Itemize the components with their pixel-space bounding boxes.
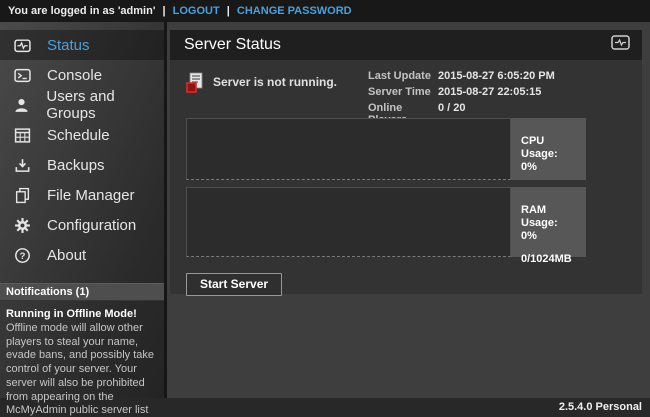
notification-title: Running in Offline Mode! <box>6 308 157 322</box>
topbar: You are logged in as 'admin' | LOGOUT | … <box>0 0 650 22</box>
status-row: Server is not running. Last Update 2015-… <box>186 70 626 118</box>
sidebar-item-console[interactable]: Console <box>0 60 164 90</box>
logout-link[interactable]: LOGOUT <box>173 5 220 17</box>
notification-body: Offline mode will allow other players to… <box>6 322 157 417</box>
notifications-header: Notifications (1) <box>0 283 164 301</box>
content-area: Status Console Users and Groups Schedule <box>0 22 650 398</box>
cpu-usage-row: CPU Usage: 0% <box>186 118 586 180</box>
schedule-icon <box>13 126 31 144</box>
sidebar-item-schedule[interactable]: Schedule <box>0 120 164 150</box>
file-manager-icon <box>13 186 31 204</box>
info-row: Last Update 2015-08-27 6:05:20 PM <box>368 70 620 86</box>
server-status-panel: Server Status Server is not running. <box>170 30 642 294</box>
sidebar-item-file-manager[interactable]: File Manager <box>0 180 164 210</box>
users-icon <box>13 96 30 114</box>
sidebar-item-label: File Manager <box>47 187 135 204</box>
cpu-usage-chart <box>186 118 511 180</box>
login-status-text: You are logged in as 'admin' <box>8 5 155 17</box>
sidebar: Status Console Users and Groups Schedule <box>0 22 167 398</box>
notifications-panel: Notifications (1) Running in Offline Mod… <box>0 283 164 417</box>
separator: | <box>163 5 166 17</box>
console-icon <box>13 66 31 84</box>
start-server-button[interactable]: Start Server <box>186 273 282 296</box>
version-label: 2.5.4.0 Personal <box>559 401 642 413</box>
notification-item: Running in Offline Mode! Offline mode wi… <box>0 301 164 417</box>
sidebar-item-label: Status <box>47 37 90 54</box>
sidebar-item-label: Users and Groups <box>46 88 164 122</box>
info-label: Last Update <box>368 70 438 86</box>
sidebar-item-label: Schedule <box>47 127 110 144</box>
ram-usage-label: RAM Usage: <box>521 204 582 230</box>
server-stopped-icon <box>186 72 204 99</box>
activity-monitor-icon <box>611 35 630 55</box>
configuration-icon <box>13 216 31 234</box>
about-icon: ? <box>13 246 31 264</box>
change-password-link[interactable]: CHANGE PASSWORD <box>237 5 352 17</box>
sidebar-item-label: Backups <box>47 157 105 174</box>
ram-usage-chart <box>186 187 511 257</box>
sidebar-item-label: Console <box>47 67 102 84</box>
sidebar-item-users-and-groups[interactable]: Users and Groups <box>0 90 164 120</box>
panel-header: Server Status <box>170 30 642 60</box>
sidebar-item-status[interactable]: Status <box>0 30 164 60</box>
ram-usage-value: 0% <box>521 230 582 243</box>
sidebar-nav: Status Console Users and Groups Schedule <box>0 22 164 270</box>
ram-usage-row: RAM Usage: 0% 0/1024MB <box>186 187 586 257</box>
status-icon <box>13 36 31 54</box>
info-label: Server Time <box>368 86 438 102</box>
sidebar-item-backups[interactable]: Backups <box>0 150 164 180</box>
info-value: 2015-08-27 22:05:15 <box>438 86 620 102</box>
sidebar-item-label: About <box>47 247 86 264</box>
backups-icon <box>13 156 31 174</box>
info-row: Server Time 2015-08-27 22:05:15 <box>368 86 620 102</box>
cpu-usage-label: CPU Usage: <box>521 135 582 161</box>
cpu-usage-box: CPU Usage: 0% <box>511 118 586 180</box>
ram-usage-detail: 0/1024MB <box>521 253 582 266</box>
info-value: 2015-08-27 6:05:20 PM <box>438 70 620 86</box>
main-area: Server Status Server is not running. <box>167 22 650 398</box>
svg-text:?: ? <box>19 250 25 261</box>
sidebar-item-configuration[interactable]: Configuration <box>0 210 164 240</box>
server-status-message: Server is not running. <box>213 75 337 89</box>
server-status: Server is not running. <box>186 70 368 118</box>
page-title: Server Status <box>184 36 281 54</box>
cpu-usage-value: 0% <box>521 161 582 174</box>
separator: | <box>227 5 230 17</box>
sidebar-item-about[interactable]: ? About <box>0 240 164 270</box>
sidebar-item-label: Configuration <box>47 217 136 234</box>
panel-body: Server is not running. Last Update 2015-… <box>170 60 642 294</box>
ram-usage-box: RAM Usage: 0% 0/1024MB <box>511 187 586 257</box>
